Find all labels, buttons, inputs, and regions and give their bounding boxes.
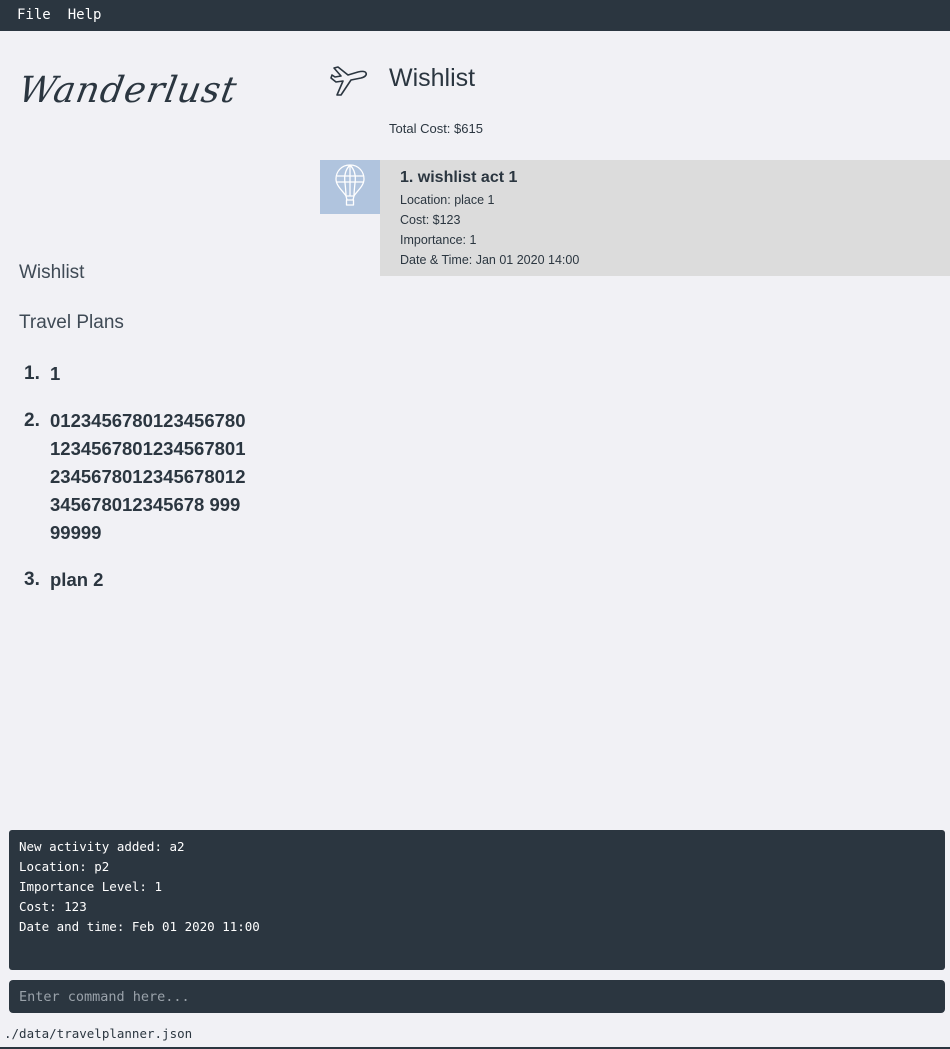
save-file-path: ./data/travelplanner.json bbox=[4, 1026, 193, 1041]
result-display[interactable]: New activity added: a2 Location: p2 Impo… bbox=[9, 830, 945, 970]
menu-bar: File Help bbox=[0, 0, 950, 31]
plan-name: 0123456780123456780123456780123456780123… bbox=[50, 410, 246, 543]
nav-travel-plans[interactable]: Travel Plans bbox=[19, 312, 124, 334]
travel-plan-item[interactable]: 2. 0123456780123456780123456780123456780… bbox=[24, 407, 314, 547]
logo-text: Wanderlust bbox=[15, 70, 241, 111]
plan-number: 1. bbox=[24, 363, 40, 384]
menu-file[interactable]: File bbox=[10, 0, 58, 31]
result-line: Date and time: Feb 01 2020 11:00 bbox=[19, 919, 260, 934]
travel-plan-item[interactable]: 1. 1 bbox=[24, 360, 314, 388]
plan-number: 3. bbox=[24, 569, 40, 590]
activity-cost: Cost: $123 bbox=[400, 213, 461, 227]
activity-location: Location: place 1 bbox=[400, 193, 495, 207]
result-line: Cost: 123 bbox=[19, 899, 87, 914]
menu-help[interactable]: Help bbox=[61, 0, 109, 31]
command-input[interactable] bbox=[9, 980, 945, 1013]
activity-card[interactable]: 1. wishlist act 1 Location: place 1 Cost… bbox=[320, 160, 950, 276]
result-line: New activity added: a2 bbox=[19, 839, 185, 854]
result-line: Importance Level: 1 bbox=[19, 879, 162, 894]
plan-number: 2. bbox=[24, 410, 40, 431]
hot-air-balloon-icon bbox=[334, 163, 366, 212]
nav-wishlist[interactable]: Wishlist bbox=[19, 262, 84, 284]
activity-importance: Importance: 1 bbox=[400, 233, 477, 247]
activity-title: 1. wishlist act 1 bbox=[400, 169, 518, 186]
activity-thumbnail bbox=[320, 160, 380, 214]
travel-plan-item[interactable]: 3. plan 2 bbox=[24, 566, 314, 594]
result-line: Location: p2 bbox=[19, 859, 110, 874]
page-title: Wishlist bbox=[389, 64, 476, 92]
plan-name: 1 bbox=[50, 363, 61, 384]
plan-name: plan 2 bbox=[50, 569, 104, 590]
travel-plan-list: 1. 1 2. 01234567801234567801234567801234… bbox=[24, 360, 314, 613]
activity-datetime: Date & Time: Jan 01 2020 14:00 bbox=[400, 253, 580, 267]
status-bar: ./data/travelplanner.json bbox=[0, 1024, 950, 1049]
airplane-icon bbox=[327, 64, 371, 100]
activity-details: 1. wishlist act 1 Location: place 1 Cost… bbox=[380, 160, 950, 276]
app-logo: Wanderlust bbox=[15, 70, 259, 126]
total-cost: Total Cost: $615 bbox=[389, 121, 483, 136]
